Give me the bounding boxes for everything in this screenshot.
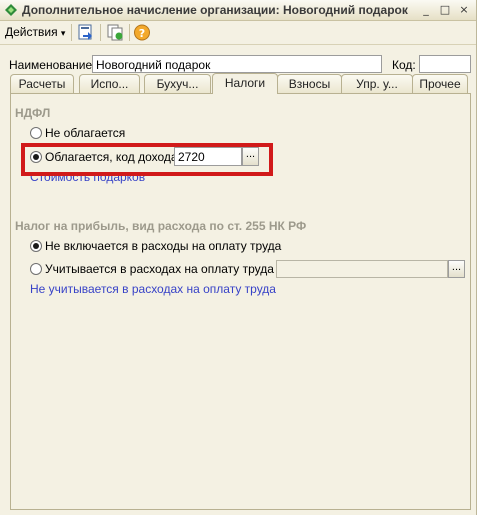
window-title: Дополнительное начисление организации: Н… bbox=[22, 3, 408, 17]
code-field[interactable] bbox=[419, 55, 471, 73]
document-icon bbox=[5, 4, 17, 16]
included-radio[interactable] bbox=[30, 263, 42, 275]
not-counted-link[interactable]: Не учитывается в расходах на оплату труд… bbox=[30, 282, 276, 296]
toolbar: Действия ▾ ? bbox=[0, 21, 476, 45]
close-button[interactable]: × bbox=[456, 2, 472, 17]
not-taxed-radio[interactable] bbox=[30, 127, 42, 139]
radio-selected-dot bbox=[33, 243, 39, 249]
save-and-close-icon[interactable] bbox=[76, 23, 96, 42]
not-taxed-label[interactable]: Не облагается bbox=[45, 126, 125, 140]
tab-taxes[interactable]: Налоги bbox=[212, 73, 278, 94]
name-field[interactable]: Новогодний подарок bbox=[92, 55, 382, 73]
title-bar: Дополнительное начисление организации: Н… bbox=[0, 0, 476, 21]
minimize-button[interactable]: _ bbox=[418, 2, 434, 17]
tab-usage[interactable]: Испо... bbox=[79, 74, 140, 93]
profit-tax-group-title: Налог на прибыль, вид расхода по ст. 255… bbox=[15, 219, 307, 233]
highlight-frame bbox=[21, 143, 273, 176]
tab-other[interactable]: Прочее bbox=[412, 74, 468, 93]
expense-type-select-button[interactable]: ... bbox=[448, 260, 465, 278]
tab-calculations[interactable]: Расчеты bbox=[10, 74, 74, 93]
toolbar-separator bbox=[71, 24, 72, 41]
tab-contributions[interactable]: Взносы bbox=[277, 74, 342, 93]
maximize-button[interactable]: □ bbox=[437, 2, 453, 17]
expense-type-field[interactable] bbox=[276, 260, 448, 278]
toolbar-separator bbox=[100, 24, 101, 41]
tab-management[interactable]: Упр. у... bbox=[341, 74, 413, 93]
actions-label: Действия bbox=[5, 25, 58, 39]
name-label: Наименование: bbox=[9, 58, 96, 72]
actions-menu[interactable]: Действия ▾ bbox=[5, 25, 65, 39]
ndfl-group-title: НДФЛ bbox=[15, 106, 51, 120]
not-included-label[interactable]: Не включается в расходы на оплату труда bbox=[45, 239, 281, 253]
svg-text:?: ? bbox=[139, 27, 145, 40]
included-label[interactable]: Учитывается в расходах на оплату труда п… bbox=[45, 262, 294, 276]
chevron-down-icon: ▾ bbox=[60, 29, 66, 39]
code-label: Код: bbox=[392, 58, 416, 72]
tab-accounting[interactable]: Бухуч... bbox=[144, 74, 211, 93]
toolbar-separator bbox=[129, 24, 130, 41]
copy-icon[interactable] bbox=[105, 23, 125, 42]
document-window: Дополнительное начисление организации: Н… bbox=[0, 0, 477, 515]
help-icon[interactable]: ? bbox=[132, 23, 152, 42]
not-included-radio[interactable] bbox=[30, 240, 42, 252]
